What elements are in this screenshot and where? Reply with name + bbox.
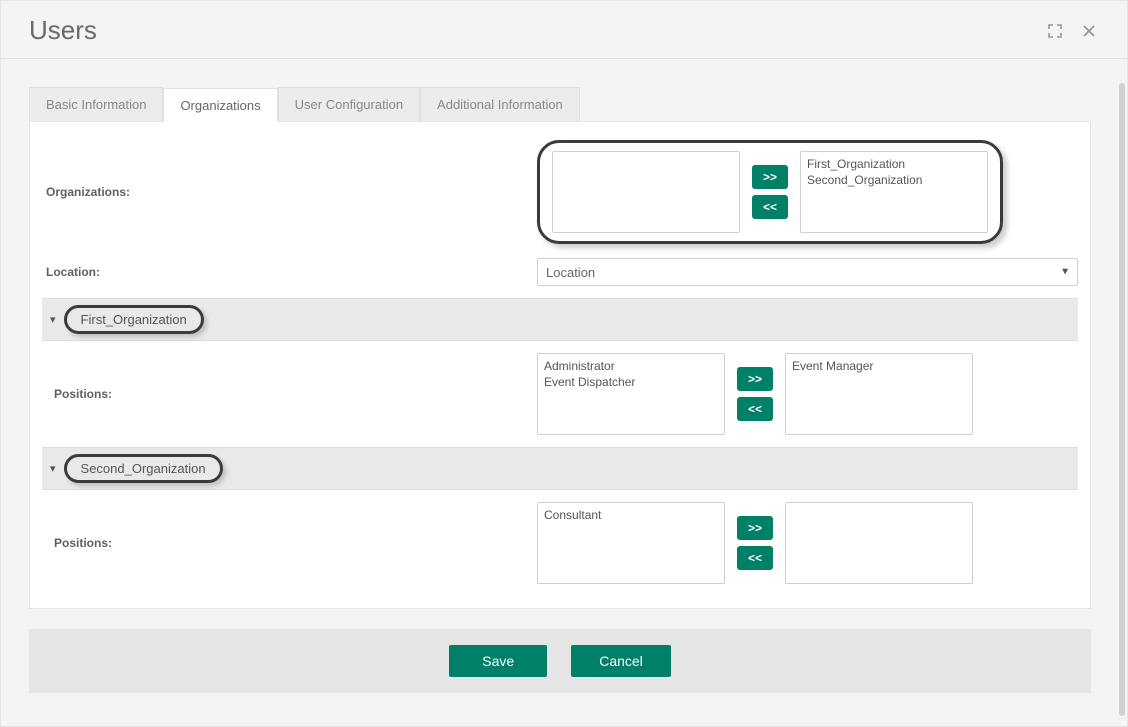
location-label: Location: <box>42 265 537 279</box>
organizations-dual-list: >> << First_Organization Second_Organiza… <box>552 151 988 233</box>
organizations-move-buttons: >> << <box>752 165 788 219</box>
tabs: Basic Information Organizations User Con… <box>29 87 1091 122</box>
list-item[interactable]: Second_Organization <box>807 172 981 188</box>
organizations-move-right-button[interactable]: >> <box>752 165 788 189</box>
positions-dual-list-first-organization: Administrator Event Dispatcher >> << Eve… <box>537 353 973 435</box>
organizations-panel: Organizations: >> << First_Organization … <box>29 122 1091 609</box>
tab-organizations[interactable]: Organizations <box>163 88 277 122</box>
dialog-body: Basic Information Organizations User Con… <box>1 73 1119 716</box>
collapse-icon[interactable]: ▾ <box>50 462 56 475</box>
organizations-selected-list[interactable]: First_Organization Second_Organization <box>800 151 988 233</box>
organizations-dual-list-highlight: >> << First_Organization Second_Organiza… <box>537 140 1003 244</box>
collapse-icon[interactable]: ▾ <box>50 313 56 326</box>
location-select[interactable]: Location <box>537 258 1078 286</box>
tab-additional-information[interactable]: Additional Information <box>420 87 580 121</box>
positions-move-right-button[interactable]: >> <box>737 367 773 391</box>
organizations-label: Organizations: <box>42 185 537 199</box>
positions-move-buttons: >> << <box>737 367 773 421</box>
expand-icon[interactable] <box>1043 19 1067 43</box>
tab-basic-information[interactable]: Basic Information <box>29 87 163 121</box>
organizations-available-list[interactable] <box>552 151 740 233</box>
save-button[interactable]: Save <box>449 645 547 677</box>
list-item[interactable]: First_Organization <box>807 156 981 172</box>
positions-label: Positions: <box>50 536 537 550</box>
cancel-button[interactable]: Cancel <box>571 645 671 677</box>
list-item[interactable]: Consultant <box>544 507 718 523</box>
positions-available-list[interactable]: Consultant <box>537 502 725 584</box>
dialog-title: Users <box>29 15 97 46</box>
group-header-first-organization: ▾ First_Organization <box>42 298 1078 341</box>
dialog-header: Users <box>1 1 1127 59</box>
users-dialog: Users Basic Information Organizations Us… <box>0 0 1128 727</box>
positions-selected-list[interactable] <box>785 502 973 584</box>
list-item[interactable]: Event Dispatcher <box>544 374 718 390</box>
positions-move-left-button[interactable]: << <box>737 546 773 570</box>
group-body-first-organization: Positions: Administrator Event Dispatche… <box>42 341 1078 447</box>
dialog-footer: Save Cancel <box>29 629 1091 693</box>
organizations-move-left-button[interactable]: << <box>752 195 788 219</box>
positions-available-list[interactable]: Administrator Event Dispatcher <box>537 353 725 435</box>
positions-label: Positions: <box>50 387 537 401</box>
close-icon[interactable] <box>1077 19 1101 43</box>
positions-move-buttons: >> << <box>737 516 773 570</box>
positions-selected-list[interactable]: Event Manager <box>785 353 973 435</box>
group-body-second-organization: Positions: Consultant >> << <box>42 490 1078 596</box>
location-select-wrapper: Location ▼ <box>537 258 1078 286</box>
group-title-second-organization: Second_Organization <box>64 454 223 483</box>
dialog-controls <box>1043 19 1101 43</box>
positions-move-right-button[interactable]: >> <box>737 516 773 540</box>
list-item[interactable]: Administrator <box>544 358 718 374</box>
positions-row-second-organization: Positions: Consultant >> << <box>50 496 1070 590</box>
organizations-row: Organizations: >> << First_Organization … <box>42 134 1078 250</box>
group-header-second-organization: ▾ Second_Organization <box>42 447 1078 490</box>
location-row: Location: Location ▼ <box>42 250 1078 298</box>
positions-move-left-button[interactable]: << <box>737 397 773 421</box>
scrollbar[interactable] <box>1119 83 1125 716</box>
tab-user-configuration[interactable]: User Configuration <box>278 87 420 121</box>
positions-dual-list-second-organization: Consultant >> << <box>537 502 973 584</box>
group-title-first-organization: First_Organization <box>64 305 204 334</box>
positions-row-first-organization: Positions: Administrator Event Dispatche… <box>50 347 1070 441</box>
list-item[interactable]: Event Manager <box>792 358 966 374</box>
